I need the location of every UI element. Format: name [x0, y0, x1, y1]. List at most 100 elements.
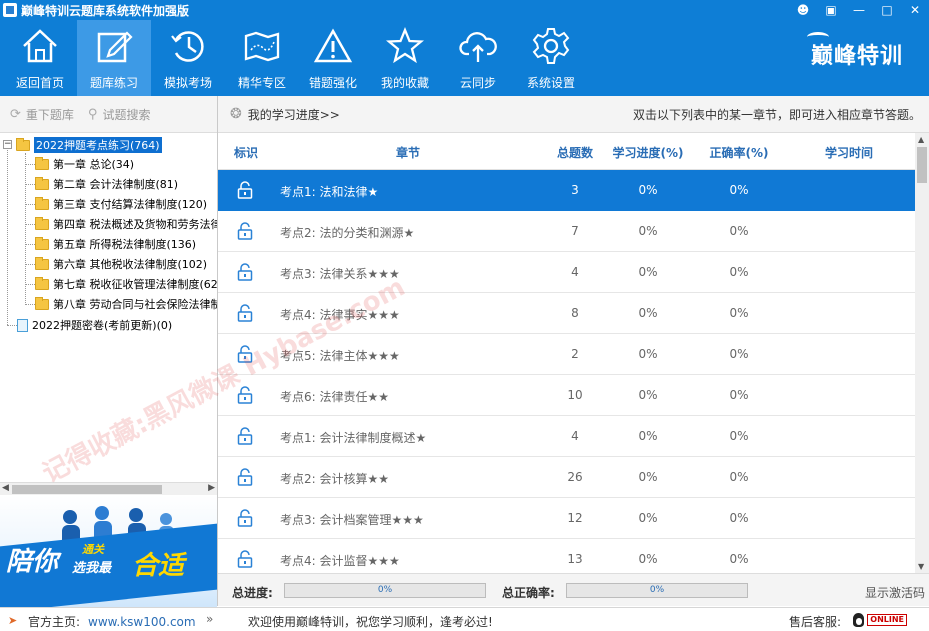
maximize-icon[interactable]: □ — [873, 0, 901, 20]
tree-chapter-item[interactable]: 第五章 所得税法律制度(136) — [35, 235, 196, 253]
row-progress: 0% — [638, 265, 658, 279]
total-accuracy-bar: 0% — [566, 583, 748, 598]
table-row[interactable]: 考点2: 法的分类和渊源★ 7 0% 0% — [218, 211, 915, 252]
clock-icon — [171, 31, 204, 62]
search-questions-button[interactable]: ⚲ 试题搜索 — [88, 106, 151, 123]
column-header-progress[interactable]: 学习进度(%) — [608, 144, 688, 161]
folder-icon — [35, 216, 49, 230]
reload-bank-button[interactable]: ⟳ 重下题库 — [10, 106, 74, 123]
promo-banner[interactable]: 陪你 通关 选我最 合适 — [0, 495, 217, 607]
scroll-left-icon[interactable]: ◀ — [2, 483, 9, 493]
tree-second-item[interactable]: 2022押题密卷(考前更新)(0) — [17, 316, 172, 334]
column-header-flag[interactable]: 标识 — [232, 144, 260, 161]
table-header: 标识 章节 总题数 学习进度(%) 正确率(%) 学习时间 — [218, 133, 915, 170]
row-progress: 0% — [638, 224, 658, 238]
search-questions-label: 试题搜索 — [102, 107, 151, 122]
toolbar-wrong-label: 错题强化 — [308, 76, 357, 90]
column-header-accuracy[interactable]: 正确率(%) — [702, 144, 776, 161]
toolbar-home-button[interactable]: 返回首页 — [3, 20, 77, 96]
column-header-chapter[interactable]: 章节 — [388, 144, 428, 161]
brand-logo: 巅峰特训 — [806, 32, 903, 70]
total-accuracy-value: 0% — [649, 585, 665, 595]
chapter-table: 考点1: 法和法律★ 3 0% 0% 考点2: 法的分类和渊源★ 7 0% 0%… — [218, 170, 915, 573]
reload-bank-label: 重下题库 — [25, 107, 74, 122]
tree-chapter-item[interactable]: 第四章 税法概述及货物和劳务法律 — [35, 215, 217, 233]
my-progress-link[interactable]: 我的学习进度>> — [248, 106, 340, 123]
tree-root-item[interactable]: 2022押题考点练习(764) — [16, 136, 162, 154]
toolbar-wrong-button[interactable]: 错题强化 — [296, 20, 370, 96]
row-progress: 0% — [638, 183, 658, 197]
table-row[interactable]: 考点3: 法律关系★★★ 4 0% 0% — [218, 252, 915, 293]
toolbar-featured-label: 精华专区 — [237, 76, 286, 90]
status-bar: ➤ 官方主页: www.ksw100.com » 欢迎使用巅峰特训，祝您学习顺利，… — [0, 607, 929, 631]
window-title: 巅峰特训云题库系统软件加强版 — [21, 3, 190, 18]
table-row[interactable]: 考点5: 法律主体★★★ 2 0% 0% — [218, 334, 915, 375]
gear-icon — [532, 28, 570, 64]
toolbar-favorites-button[interactable]: 我的收藏 — [368, 20, 442, 96]
close-icon[interactable]: ✕ — [901, 0, 929, 20]
online-badge: ONLINE — [867, 613, 907, 626]
unlock-icon — [237, 222, 253, 240]
qq-online-button[interactable]: ONLINE — [853, 612, 907, 627]
row-progress: 0% — [638, 306, 658, 320]
folder-icon — [35, 176, 49, 190]
toolbar-practice-button[interactable]: 题库练习 — [77, 20, 151, 96]
tree-collapse-toggle[interactable]: − — [3, 140, 12, 149]
table-row[interactable]: 考点3: 会计档案管理★★★ 12 0% 0% — [218, 498, 915, 539]
scroll-up-icon[interactable]: ▲ — [918, 135, 924, 144]
table-row[interactable]: 考点6: 法律责任★★ 10 0% 0% — [218, 375, 915, 416]
table-row[interactable]: 考点4: 会计监督★★★ 13 0% 0% — [218, 539, 915, 573]
column-header-total[interactable]: 总题数 — [550, 144, 600, 161]
toolbar-sync-button[interactable]: 云同步 — [441, 20, 515, 96]
tree-root-label: 2022押题考点练习(764) — [34, 137, 162, 153]
unlock-icon — [237, 181, 253, 199]
row-total: 2 — [571, 347, 579, 361]
tree-chapter-item[interactable]: 第六章 其他税收法律制度(102) — [35, 255, 207, 273]
row-total: 4 — [571, 429, 579, 443]
edit-icon — [97, 31, 133, 63]
unlock-icon — [237, 386, 253, 404]
tree-chapter-item[interactable]: 第三章 支付结算法律制度(120) — [35, 195, 207, 213]
tree-horizontal-scrollbar[interactable]: ◀ ▶ — [0, 482, 217, 495]
tree-chapter-label: 第三章 支付结算法律制度(120) — [53, 198, 208, 211]
table-row[interactable]: 考点4: 法律事实★★★ 8 0% 0% — [218, 293, 915, 334]
row-accuracy: 0% — [729, 552, 749, 566]
tree-chapter-item[interactable]: 第八章 劳动合同与社会保险法律制 — [35, 295, 217, 313]
toolbar-practice-label: 题库练习 — [89, 76, 138, 90]
folder-icon — [35, 296, 49, 310]
scroll-right-icon[interactable]: ▶ — [208, 483, 215, 493]
tree-chapter-label: 第一章 总论(34) — [53, 158, 135, 171]
table-row[interactable]: 考点1: 会计法律制度概述★ 4 0% 0% — [218, 416, 915, 457]
column-header-time[interactable]: 学习时间 — [814, 144, 884, 161]
row-chapter-name: 考点1: 会计法律制度概述★ — [280, 431, 427, 445]
toolbar-featured-button[interactable]: 精华专区 — [225, 20, 299, 96]
row-chapter-name: 考点1: 法和法律★ — [280, 185, 379, 199]
document-icon — [17, 318, 28, 332]
tree-chapter-item[interactable]: 第一章 总论(34) — [35, 155, 134, 173]
total-progress-value: 0% — [377, 585, 393, 595]
banner-text-1: 陪你 — [6, 547, 59, 577]
person-icon[interactable]: ☻ — [789, 0, 817, 20]
toolbar-exam-button[interactable]: 模拟考场 — [151, 20, 225, 96]
chapter-tree: − 2022押题考点练习(764) 第一章 总论(34) 第二章 会计法律制度(… — [0, 133, 217, 482]
scroll-thumb[interactable] — [917, 147, 927, 183]
row-accuracy: 0% — [729, 470, 749, 484]
scroll-thumb[interactable] — [12, 485, 162, 494]
table-row[interactable]: 考点1: 法和法律★ 3 0% 0% — [218, 170, 915, 211]
scroll-down-icon[interactable]: ▼ — [918, 562, 924, 571]
show-activation-code-button[interactable]: 显示激活码 — [865, 584, 925, 601]
table-vertical-scrollbar[interactable]: ▲ ▼ — [915, 133, 929, 573]
homepage-link[interactable]: www.ksw100.com — [88, 615, 196, 629]
table-row[interactable]: 考点2: 会计核算★★ 26 0% 0% — [218, 457, 915, 498]
minimize-icon[interactable]: — — [845, 0, 873, 20]
unlock-icon — [237, 345, 253, 363]
tree-chapter-item[interactable]: 第二章 会计法律制度(81) — [35, 175, 178, 193]
restore-icon[interactable]: ▣ — [817, 0, 845, 20]
banner-text-4: 合适 — [132, 551, 185, 581]
folder-icon — [35, 156, 49, 170]
toolbar-settings-button[interactable]: 系统设置 — [514, 20, 588, 96]
row-chapter-name: 考点4: 会计监督★★★ — [280, 554, 400, 568]
total-progress-label: 总进度: — [232, 586, 273, 600]
tree-chapter-item[interactable]: 第七章 税收征收管理法律制度(62 — [35, 275, 217, 293]
qq-penguin-icon — [853, 612, 865, 627]
